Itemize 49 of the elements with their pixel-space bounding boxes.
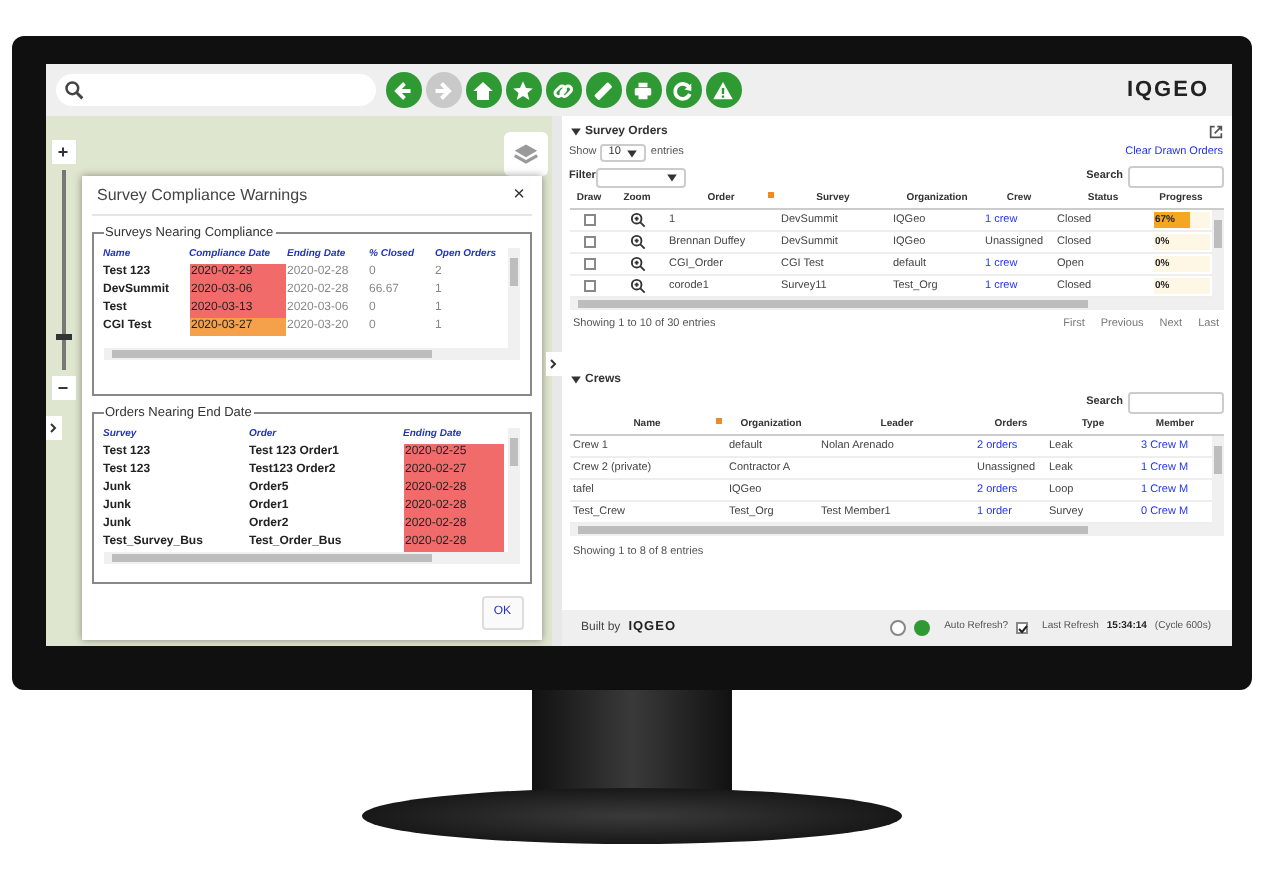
caret-icon <box>665 171 678 183</box>
dialog-title: Survey Compliance Warnings <box>97 183 308 207</box>
close-button[interactable]: × <box>513 185 525 205</box>
zoom-button[interactable] <box>629 212 645 228</box>
chevron-icon <box>48 422 58 434</box>
expand-button[interactable] <box>545 352 561 376</box>
search-field[interactable] <box>1127 166 1223 188</box>
checkbox[interactable] <box>583 214 595 226</box>
logo: IQGEO <box>1126 75 1209 106</box>
checkmark-icon <box>1017 623 1028 633</box>
scrollbar[interactable] <box>507 247 519 348</box>
checkbox[interactable] <box>583 258 595 270</box>
toolbar-button[interactable] <box>585 72 621 108</box>
zoom-button[interactable] <box>629 256 645 272</box>
zoom-icon <box>629 256 645 272</box>
search-field[interactable] <box>55 74 375 106</box>
search-icon <box>63 80 83 100</box>
chevron-icon <box>548 358 558 370</box>
caret-icon <box>626 147 639 159</box>
scrollbar[interactable] <box>103 551 519 564</box>
toolbar-button[interactable] <box>385 72 421 108</box>
scrollbar[interactable] <box>569 524 1223 536</box>
scrollbar[interactable] <box>103 347 519 360</box>
slider-thumb[interactable] <box>55 334 71 340</box>
expand-button[interactable] <box>45 416 61 440</box>
scrollbar[interactable] <box>507 427 519 552</box>
toolbar-button[interactable] <box>465 72 501 108</box>
layers-button[interactable] <box>503 132 547 176</box>
checkbox[interactable] <box>1016 622 1029 634</box>
zoom-icon <box>629 278 645 294</box>
toolbar-button[interactable] <box>705 72 741 108</box>
toolbar-button[interactable] <box>665 72 701 108</box>
scrollbar[interactable] <box>569 298 1223 310</box>
filter-select[interactable] <box>595 167 686 187</box>
zoom-in-button[interactable]: + <box>51 140 75 164</box>
toolbar-button[interactable] <box>625 72 661 108</box>
checkbox[interactable] <box>583 236 595 248</box>
search-field[interactable] <box>1127 392 1223 414</box>
zoom-button[interactable] <box>629 278 645 294</box>
scrollbar[interactable] <box>1211 210 1223 298</box>
toolbar-button[interactable] <box>545 72 581 108</box>
scrollbar[interactable] <box>1211 436 1223 524</box>
external-link-icon <box>1207 124 1223 140</box>
zoom-icon <box>629 212 645 228</box>
zoom-button[interactable] <box>629 234 645 250</box>
toolbar-button[interactable] <box>505 72 541 108</box>
zoom-out-button[interactable]: − <box>51 376 75 400</box>
checkbox[interactable] <box>583 280 595 292</box>
zoom-icon <box>629 234 645 250</box>
